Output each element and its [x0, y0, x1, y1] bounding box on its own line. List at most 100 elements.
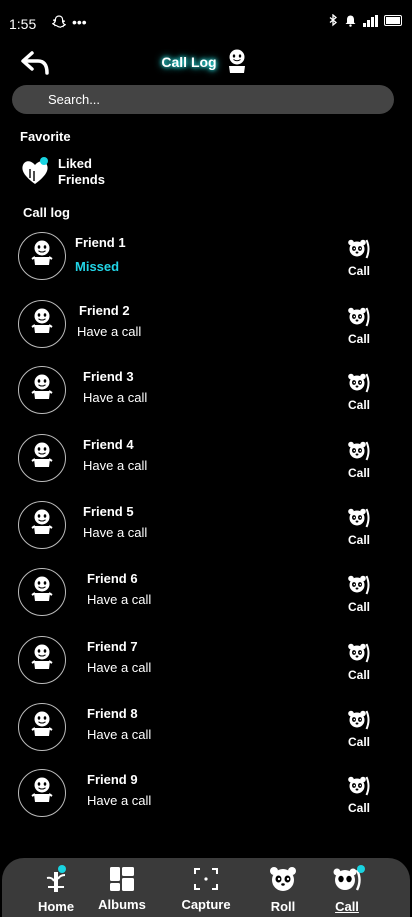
call-status: Have a call — [83, 458, 148, 473]
friend-name: Friend 5 — [83, 504, 134, 519]
call-log-row[interactable]: Friend 9 Have a call Call — [0, 765, 412, 825]
bottom-nav: Home Albums Capture Roll Call — [2, 858, 410, 917]
nav-albums[interactable]: Albums — [92, 866, 152, 912]
search-bar[interactable] — [12, 85, 394, 114]
nav-roll-label: Roll — [270, 899, 296, 914]
call-button[interactable]: Call — [345, 507, 373, 547]
call-log-row[interactable]: Friend 4 Have a call Call — [0, 430, 412, 490]
call-button-label: Call — [347, 600, 370, 614]
call-button[interactable]: Call — [345, 440, 373, 480]
nav-capture[interactable]: Capture — [176, 866, 236, 912]
call-log-row[interactable]: Friend 5 Have a call Call — [0, 497, 412, 557]
mascot-icon — [28, 776, 56, 811]
nav-capture-label: Capture — [181, 897, 231, 912]
snapchat-icon — [52, 15, 66, 28]
mascot-icon — [28, 441, 56, 476]
search-input[interactable] — [46, 91, 380, 108]
call-status: Missed — [75, 259, 120, 274]
heart-icon — [20, 157, 50, 187]
friend-avatar — [18, 366, 66, 414]
capture-icon — [194, 868, 218, 890]
status-more-dots: ••• — [72, 14, 87, 30]
favorite-heading: Favorite — [20, 129, 71, 144]
friend-name: Friend 6 — [87, 571, 138, 586]
bluetooth-icon — [329, 14, 338, 27]
call-status: Have a call — [87, 592, 152, 607]
mascot-icon — [28, 239, 56, 274]
call-button-label: Call — [347, 533, 370, 547]
panda-phone-icon — [347, 239, 371, 264]
nav-home[interactable]: Home — [26, 865, 86, 914]
call-button-label: Call — [347, 735, 370, 749]
mascot-icon — [28, 508, 56, 543]
call-status: Have a call — [87, 793, 152, 808]
call-status: Have a call — [77, 324, 142, 339]
mascot-icon — [28, 307, 56, 342]
call-button[interactable]: Call — [345, 642, 373, 682]
mascot-icon — [28, 575, 56, 610]
panda-phone-icon — [347, 575, 371, 600]
call-button-label: Call — [347, 332, 370, 346]
friend-avatar — [18, 501, 66, 549]
panda-phone-icon — [347, 776, 371, 801]
call-button[interactable]: Call — [345, 775, 373, 815]
call-log-row[interactable]: Friend 1 Missed Call — [0, 228, 412, 288]
friend-name: Friend 4 — [83, 437, 134, 452]
call-button-label: Call — [347, 801, 370, 815]
status-time: 1:55 — [9, 16, 37, 32]
status-right-icons — [329, 14, 402, 27]
friend-avatar — [18, 703, 66, 751]
notification-dot — [40, 157, 48, 165]
friend-name: Friend 7 — [87, 639, 138, 654]
signal-icon — [363, 14, 378, 27]
call-log-row[interactable]: Friend 2 Have a call Call — [0, 296, 412, 356]
alarm-icon — [345, 15, 356, 27]
mascot-icon — [28, 643, 56, 678]
albums-icon — [110, 867, 134, 891]
friend-avatar — [18, 636, 66, 684]
mascot-icon — [28, 373, 56, 408]
friend-avatar — [18, 300, 66, 348]
call-log-row[interactable]: Friend 6 Have a call Call — [0, 564, 412, 624]
call-status: Have a call — [83, 390, 148, 405]
call-notification-dot — [357, 865, 365, 873]
friend-avatar — [18, 232, 66, 280]
call-log-heading: Call log — [23, 205, 70, 220]
call-button-label: Call — [347, 264, 370, 278]
call-button[interactable]: Call — [345, 238, 373, 278]
nav-home-label: Home — [37, 899, 75, 914]
call-button[interactable]: Call — [345, 574, 373, 614]
friend-avatar — [18, 769, 66, 817]
friend-name: Friend 9 — [87, 772, 138, 787]
call-log-row[interactable]: Friend 7 Have a call Call — [0, 632, 412, 692]
nav-albums-label: Albums — [98, 897, 146, 912]
liked-friends-label: Liked Friends — [58, 156, 105, 188]
call-button[interactable]: Call — [345, 709, 373, 749]
nav-call[interactable]: Call — [317, 865, 377, 914]
page-title: Call Log — [161, 54, 217, 70]
call-status: Have a call — [87, 660, 152, 675]
mascot-icon — [28, 710, 56, 745]
call-button-label: Call — [347, 466, 370, 480]
status-bar: 1:55 ••• — [0, 0, 412, 46]
nav-call-label: Call — [335, 899, 359, 914]
liked-friends-line1: Liked — [58, 156, 92, 171]
status-left-icons: ••• — [52, 14, 87, 30]
panda-phone-icon — [347, 710, 371, 735]
liked-friends-button[interactable]: Liked Friends — [20, 156, 105, 188]
call-button[interactable]: Call — [345, 306, 373, 346]
friend-name: Friend 2 — [79, 303, 130, 318]
mascot-icon — [228, 49, 245, 73]
panda-phone-icon — [347, 508, 371, 533]
nav-roll[interactable]: Roll — [253, 866, 313, 914]
call-button-label: Call — [347, 668, 370, 682]
friend-name: Friend 8 — [87, 706, 138, 721]
friend-avatar — [18, 434, 66, 482]
call-log-row[interactable]: Friend 3 Have a call Call — [0, 362, 412, 422]
call-button[interactable]: Call — [345, 372, 373, 412]
call-log-row[interactable]: Friend 8 Have a call Call — [0, 699, 412, 759]
call-status: Have a call — [83, 525, 148, 540]
home-notification-dot — [58, 865, 66, 873]
battery-icon — [384, 15, 402, 26]
roll-icon — [270, 867, 296, 891]
